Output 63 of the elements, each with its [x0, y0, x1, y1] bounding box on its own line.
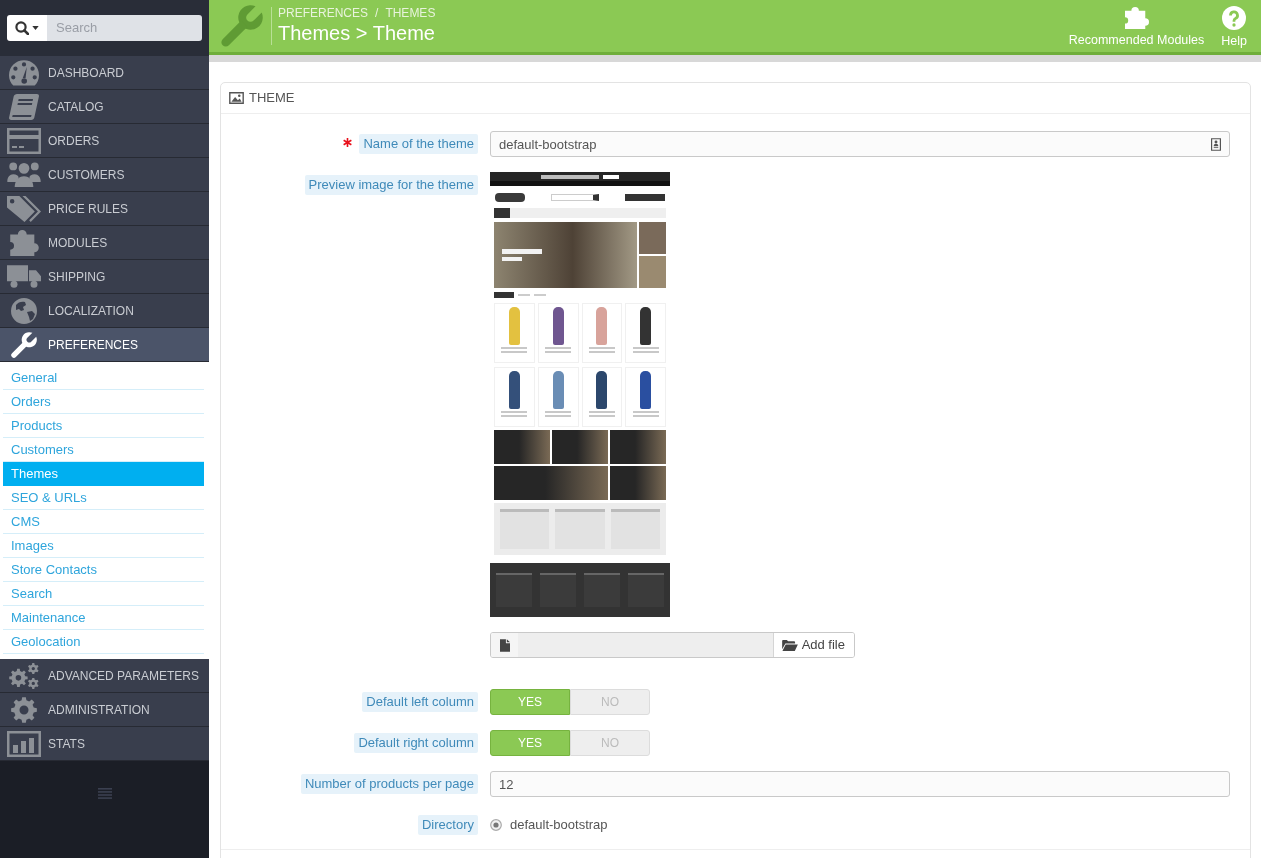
menu-item[interactable]: ORDERS [0, 124, 209, 158]
field-label: Number of products per page [300, 774, 478, 794]
field-label: Default right column [354, 733, 478, 753]
wrench-icon [11, 331, 37, 358]
bar-chart-icon [7, 730, 41, 757]
submenu-item[interactable]: Orders [3, 390, 204, 414]
submenu-item[interactable]: Geolocation [3, 630, 204, 654]
submenu-item[interactable]: Themes [3, 462, 204, 486]
breadcrumb-link[interactable]: THEMES [385, 6, 436, 21]
menu-item[interactable]: ADMINISTRATION [0, 693, 209, 727]
submenu-item[interactable]: SEO & URLs [3, 486, 204, 510]
help-icon [1222, 6, 1247, 30]
caret-icon [32, 26, 39, 30]
search-button[interactable] [7, 15, 47, 41]
people-icon [7, 162, 41, 187]
menu-item[interactable]: MODULES [0, 226, 209, 260]
text-field[interactable]: default-bootstrap [490, 131, 1230, 157]
radio-option-label: default-bootstrap [510, 816, 608, 835]
puzzle-icon [1124, 7, 1149, 29]
globe-icon [11, 297, 37, 324]
toolbar-button[interactable]: Recommended Modules [1068, 4, 1205, 48]
menu-item[interactable]: CUSTOMERS [0, 158, 209, 192]
image-icon [229, 92, 244, 104]
menu-item[interactable]: ADVANCED PARAMETERS [0, 659, 209, 693]
menu-item[interactable]: CATALOG [0, 90, 209, 124]
menu-item[interactable]: STATS [0, 727, 209, 761]
panel-title: THEME [249, 89, 295, 108]
menu-item[interactable]: PREFERENCES [0, 328, 209, 362]
menu-item[interactable]: SHIPPING [0, 260, 209, 294]
contact-card-icon [1211, 138, 1221, 151]
field-label: Default left column [362, 692, 478, 712]
gauge-icon [9, 59, 39, 86]
submenu-item[interactable]: Store Contacts [3, 558, 204, 582]
truck-icon [7, 265, 41, 288]
page-title: Themes > Theme [278, 21, 436, 46]
toggle-option[interactable]: YES [490, 730, 570, 756]
text-field[interactable]: 12 [490, 771, 1230, 797]
field-label: Name of the theme [359, 134, 478, 154]
gear-icon [11, 696, 37, 723]
credit-card-icon [7, 127, 41, 154]
field-label: Directory [418, 815, 478, 835]
puzzle-icon [9, 229, 39, 256]
submenu-item[interactable]: CMS [3, 510, 204, 534]
submenu-item[interactable]: Products [3, 414, 204, 438]
book-icon [9, 93, 39, 120]
radio-button[interactable] [490, 819, 502, 831]
toggle-option[interactable]: YES [490, 689, 570, 715]
submenu-item[interactable]: Maintenance [3, 606, 204, 630]
tag-icon [7, 195, 41, 222]
wrench-icon [221, 5, 263, 47]
toolbar-button[interactable]: Help [1221, 3, 1247, 49]
submenu-item[interactable]: General [3, 366, 204, 390]
gears-icon [9, 662, 39, 689]
search-field[interactable]: Search [47, 15, 202, 41]
submenu-item[interactable]: Images [3, 534, 204, 558]
field-label: Preview image for the theme [304, 175, 478, 195]
menu-item[interactable]: DASHBOARD [0, 56, 209, 90]
search-icon [15, 21, 29, 35]
breadcrumb-separator: / [375, 6, 379, 21]
menu-item[interactable]: LOCALIZATION [0, 294, 209, 328]
menu-item[interactable]: PRICE RULES [0, 192, 209, 226]
submenu-item[interactable]: Search [3, 582, 204, 606]
breadcrumb-link[interactable]: PREFERENCES [278, 6, 369, 21]
